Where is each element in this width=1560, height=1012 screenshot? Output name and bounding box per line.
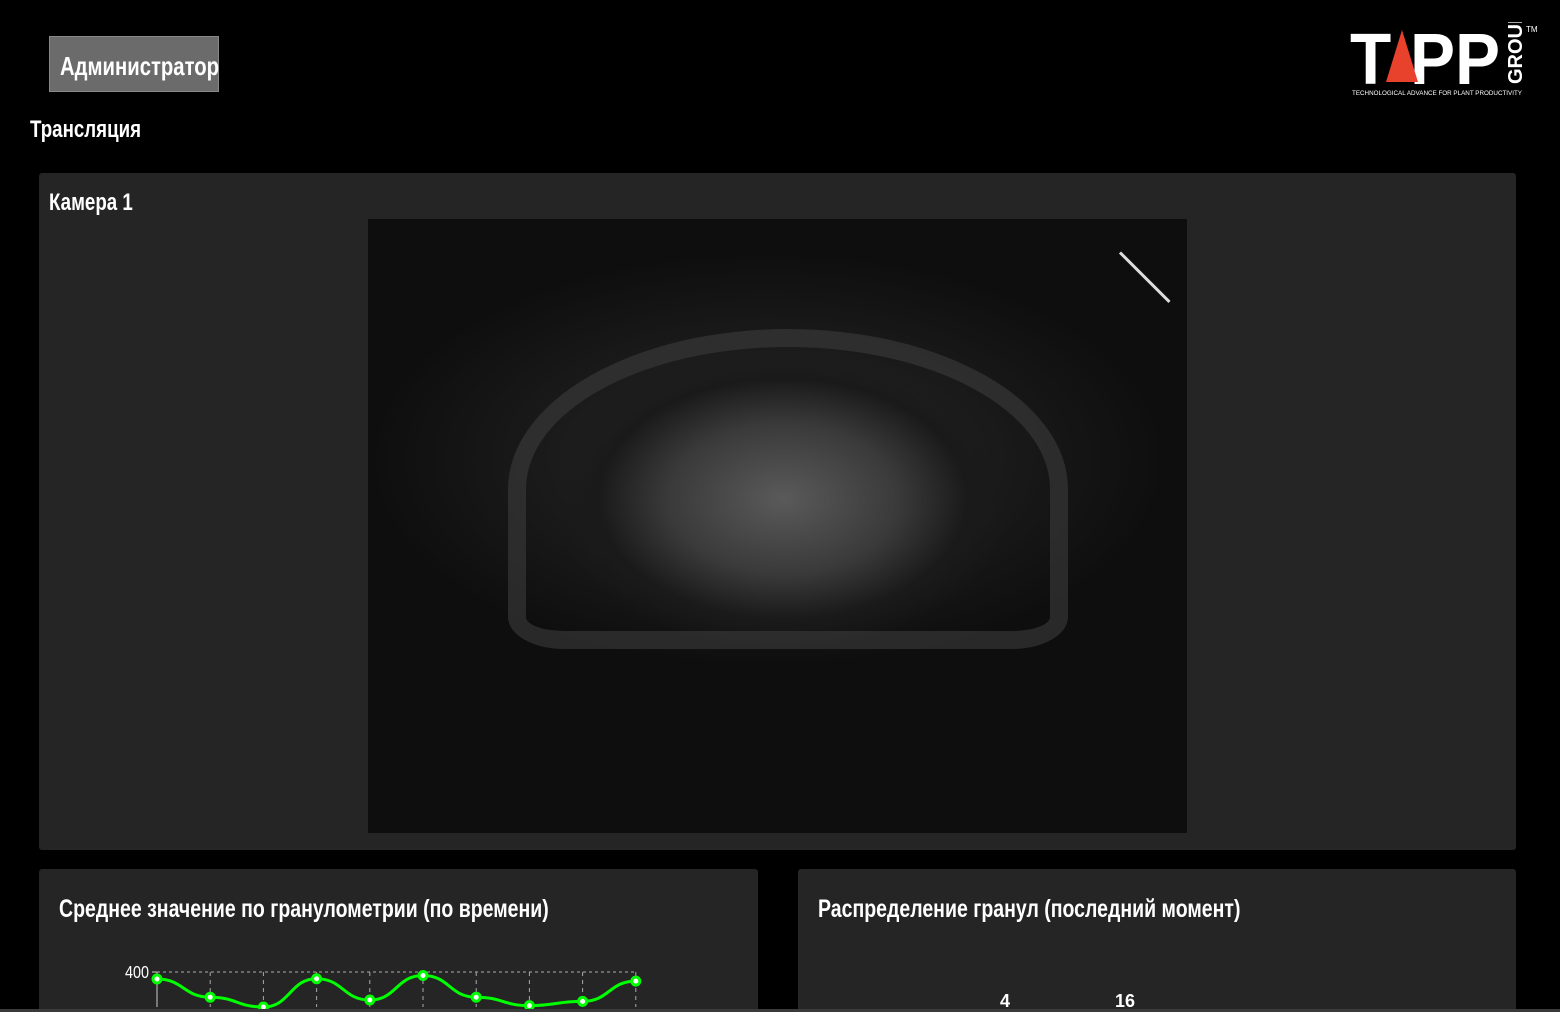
- tapp-logo: T PP GROUP TM TECHNOLOGICAL ADVANCE FOR …: [1350, 11, 1540, 100]
- bar-chart: 4 16: [1000, 991, 1135, 1009]
- data-point: [577, 995, 589, 1007]
- data-line: [156, 973, 636, 1009]
- svg-text:TM: TM: [1526, 25, 1538, 34]
- data-point: [364, 994, 376, 1006]
- line-chart: 400: [125, 963, 642, 1009]
- admin-button[interactable]: Администратор: [49, 36, 219, 92]
- y-tick-label: 400: [125, 963, 149, 983]
- granulometry-time-chart-panel: Среднее значение по гранулометрии (по вр…: [39, 869, 758, 1009]
- section-title: Трансляция: [30, 116, 172, 144]
- data-point: [523, 1000, 535, 1009]
- svg-text:GROUP: GROUP: [1505, 22, 1527, 84]
- camera-title: Камера 1: [49, 189, 156, 217]
- camera-video-stream[interactable]: [368, 219, 1187, 833]
- svg-text:T PP: T PP: [1350, 22, 1500, 100]
- data-point: [151, 973, 163, 985]
- data-point: [311, 973, 323, 985]
- granule-distribution-chart-panel: Распределение гранул (последний момент) …: [798, 869, 1516, 1009]
- svg-text:TECHNOLOGICAL ADVANCE FOR PLAN: TECHNOLOGICAL ADVANCE FOR PLANT PRODUCTI…: [1352, 90, 1523, 97]
- camera-title-text: Камера 1: [49, 189, 133, 216]
- video-glare-line: [1118, 251, 1171, 304]
- data-point: [417, 970, 429, 981]
- data-point: [204, 991, 216, 1003]
- camera-panel: Камера 1: [39, 173, 1516, 850]
- video-drum-shape: [508, 329, 1068, 649]
- data-point: [630, 975, 642, 987]
- data-label: 4: [1000, 991, 1010, 1009]
- section-title-text: Трансляция: [30, 116, 142, 143]
- data-label: 16: [1115, 991, 1135, 1009]
- admin-button-label: Администратор: [60, 51, 220, 81]
- data-point: [470, 991, 482, 1003]
